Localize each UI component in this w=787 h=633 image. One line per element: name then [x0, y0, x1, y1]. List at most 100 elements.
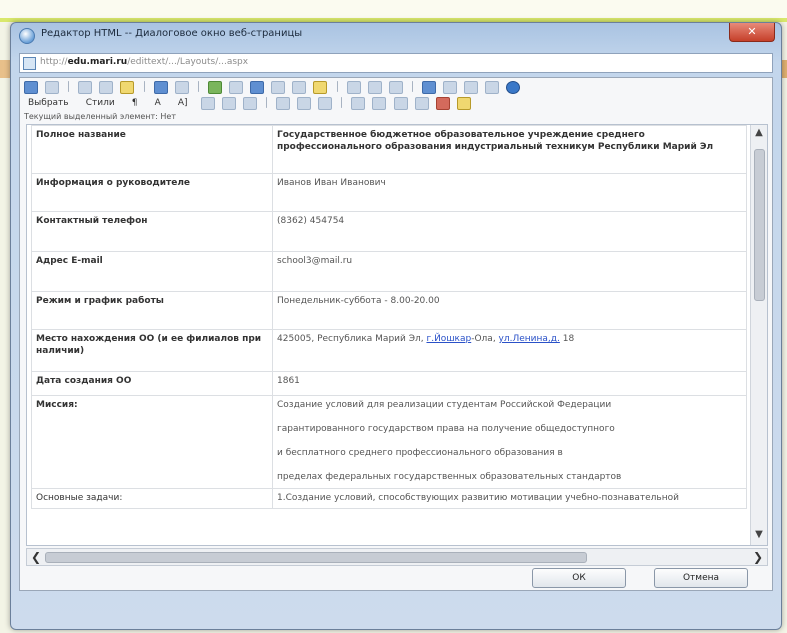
table-row: Режим и график работы Понедельник-суббот… — [31, 291, 747, 330]
city-link[interactable]: г.Йошкар — [426, 334, 471, 344]
table-row: Адрес E-mail school3@mail.ru — [31, 251, 747, 292]
address-suffix: 18 — [559, 334, 575, 344]
table-properties-icon[interactable] — [229, 81, 244, 94]
row-label: Место нахождения ОО (и ее филиалов при н… — [31, 329, 273, 372]
delete-row-icon[interactable] — [388, 81, 403, 94]
app-icon — [19, 28, 35, 44]
remove-link-icon[interactable] — [443, 81, 458, 94]
find-icon[interactable] — [45, 81, 60, 94]
email-link[interactable]: school3@mail.ru — [272, 251, 747, 292]
address-value: 425005, Республика Марий Эл, г.Йошкар-Ол… — [272, 329, 747, 372]
row-label: Дата создания ОО — [31, 371, 273, 396]
url-text: http://edu.mari.ru/edittext/.../Layouts/… — [40, 57, 248, 67]
url-path: /edittext/.../Layouts/...aspx — [127, 57, 249, 67]
editor-panel: Выбрать Стили ¶ A A] Текущий выделенный … — [19, 77, 773, 591]
ltr-icon[interactable] — [464, 81, 479, 94]
undo-icon[interactable] — [153, 81, 168, 94]
url-host: edu.mari.ru — [67, 57, 128, 67]
table-row: Основные задачи: 1.Создание условий, спо… — [31, 488, 747, 509]
html-editor-dialog: Редактор HTML -- Диалоговое окно веб-стр… — [10, 22, 782, 630]
row-value: Государственное бюджетное образовательно… — [272, 125, 747, 174]
separator — [68, 81, 70, 92]
vertical-scroll-thumb[interactable] — [754, 149, 765, 301]
copy-icon[interactable] — [99, 81, 114, 94]
toolbar-row-1 — [24, 80, 522, 94]
html-source-icon[interactable] — [506, 81, 521, 94]
row-value: 1861 — [272, 371, 747, 396]
font-dropdown[interactable]: A — [151, 96, 165, 110]
separator — [197, 81, 199, 92]
align-left-icon[interactable] — [276, 97, 291, 110]
redo-icon[interactable] — [174, 81, 189, 94]
scroll-left-icon[interactable]: ❮ — [29, 550, 43, 564]
row-label: Миссия: — [31, 395, 273, 489]
insert-link-icon[interactable] — [421, 81, 436, 94]
background-strip — [0, 0, 787, 20]
url-prefix: http:// — [40, 57, 68, 67]
increase-indent-icon[interactable] — [414, 97, 429, 110]
scroll-right-icon[interactable]: ❯ — [751, 550, 765, 564]
horizontal-scroll-thumb[interactable] — [45, 552, 587, 563]
mission-line: Создание условий для реализации студента… — [277, 400, 612, 410]
vertical-scrollbar[interactable]: ▲ ▼ — [750, 125, 767, 545]
mission-value: Создание условий для реализации студента… — [272, 395, 747, 489]
paragraph-dropdown[interactable]: ¶ — [128, 96, 142, 110]
horizontal-scrollbar[interactable]: ❮ ❯ — [26, 548, 768, 566]
rtl-icon[interactable] — [485, 81, 500, 94]
current-element-status: Текущий выделенный элемент: Нет — [24, 112, 176, 121]
merge-cells-icon[interactable] — [346, 81, 361, 94]
insert-table-icon[interactable] — [207, 81, 222, 94]
insert-row-icon[interactable] — [271, 81, 286, 94]
street-link[interactable]: ул.Ленина,д. — [499, 334, 560, 344]
highlight-color-icon[interactable] — [456, 97, 471, 110]
row-label: Основные задачи: — [31, 488, 273, 509]
address-prefix: 425005, Республика Марий Эл, — [277, 334, 427, 344]
scroll-up-icon[interactable]: ▲ — [753, 127, 765, 139]
split-cells-icon[interactable] — [367, 81, 382, 94]
table-row: Дата создания ОО 1861 — [31, 371, 747, 396]
font-color-icon[interactable] — [435, 97, 450, 110]
title-bar[interactable]: Редактор HTML -- Диалоговое окно веб-стр… — [11, 23, 781, 47]
row-value: Иванов Иван Иванович — [272, 173, 747, 212]
row-value: (8362) 454754 — [272, 211, 747, 252]
toolbar-row-2: Выбрать Стили ¶ A A] — [24, 96, 473, 110]
separator — [143, 81, 145, 92]
paste-icon[interactable] — [120, 81, 135, 94]
insert-column-icon[interactable] — [292, 81, 307, 94]
insert-image-icon[interactable] — [250, 81, 265, 94]
underline-icon[interactable] — [242, 97, 257, 110]
numbered-list-icon[interactable] — [351, 97, 366, 110]
row-label: Полное название — [31, 125, 273, 174]
row-value: 1.Создание условий, способствующих разви… — [272, 488, 747, 509]
table-row: Полное название Государственное бюджетно… — [31, 125, 747, 174]
close-button[interactable]: ✕ — [729, 23, 775, 42]
address-mid: -Ола, — [471, 334, 499, 344]
cancel-button[interactable]: Отмена — [654, 568, 748, 588]
mission-line: и бесплатного среднего профессионального… — [277, 448, 563, 458]
decrease-indent-icon[interactable] — [393, 97, 408, 110]
bullet-list-icon[interactable] — [372, 97, 387, 110]
info-table: Полное название Государственное бюджетно… — [31, 125, 747, 509]
mission-line: пределах федеральных государственных обр… — [277, 472, 622, 482]
ok-button[interactable]: ОК — [532, 568, 626, 588]
italic-icon[interactable] — [221, 97, 236, 110]
table-row: Информация о руководителе Иванов Иван Ив… — [31, 173, 747, 212]
spellcheck-icon[interactable] — [24, 81, 38, 94]
scroll-down-icon[interactable]: ▼ — [753, 529, 765, 541]
table-row: Место нахождения ОО (и ее филиалов при н… — [31, 329, 747, 372]
cut-icon[interactable] — [78, 81, 93, 94]
separator — [341, 97, 343, 108]
separator — [265, 97, 267, 108]
select-dropdown[interactable]: Выбрать — [24, 96, 73, 110]
row-label: Информация о руководителе — [31, 173, 273, 212]
separator — [411, 81, 413, 92]
font-size-dropdown[interactable]: A] — [174, 96, 192, 110]
table-row: Контактный телефон (8362) 454754 — [31, 211, 747, 252]
align-center-icon[interactable] — [297, 97, 312, 110]
styles-dropdown[interactable]: Стили — [82, 96, 119, 110]
align-right-icon[interactable] — [318, 97, 333, 110]
editor-content-area[interactable]: Полное название Государственное бюджетно… — [26, 124, 768, 546]
row-label: Контактный телефон — [31, 211, 273, 252]
cell-properties-icon[interactable] — [313, 81, 328, 94]
bold-icon[interactable] — [200, 97, 215, 110]
